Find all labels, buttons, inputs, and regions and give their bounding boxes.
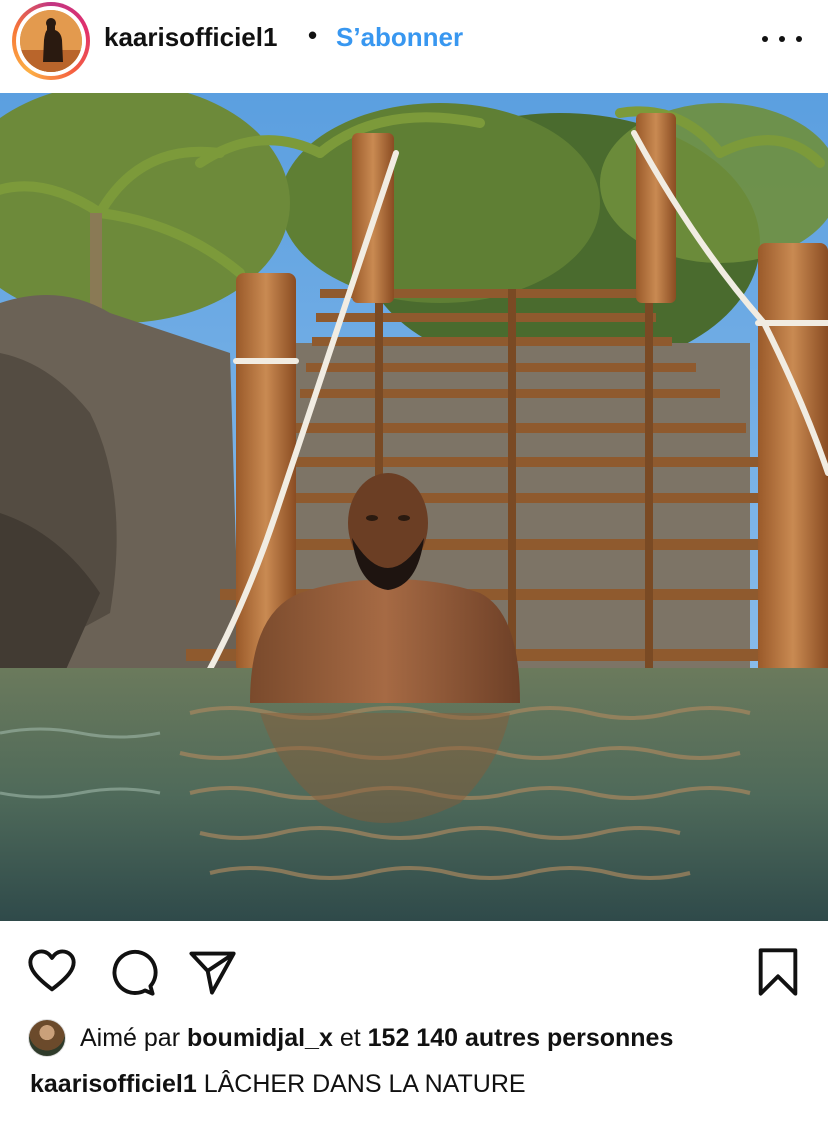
post-username[interactable]: kaarisofficiel1 [104,22,277,53]
liker-avatar[interactable] [28,1019,66,1057]
follow-button[interactable]: S’abonner [336,22,463,53]
caption-text: LÂCHER DANS LA NATURE [203,1070,526,1098]
heart-icon[interactable] [26,946,78,998]
bookmark-icon[interactable] [752,946,804,998]
action-bar [0,940,828,1000]
send-icon[interactable] [186,946,238,998]
post-photo-illustration [0,93,828,921]
caption-username[interactable]: kaarisofficiel1 [30,1070,197,1098]
post-image[interactable] [0,93,828,921]
likes-connector: et [339,1023,361,1052]
likes-count-link[interactable]: 152 140 autres personnes [368,1024,674,1053]
comment-icon[interactable] [106,946,158,998]
liker-username[interactable]: boumidjal_x [187,1024,333,1053]
more-options-icon[interactable] [762,24,802,54]
profile-avatar[interactable] [12,2,90,80]
likes-summary: Aimé par boumidjal_x et 152 140 autres p… [28,1018,673,1058]
post-caption: kaarisofficiel1 LÂCHER DANS LA NATURE [30,1070,526,1099]
post-header: kaarisofficiel1 • S’abonner [0,0,828,80]
likes-prefix: Aimé par [80,1023,181,1052]
separator-dot: • [308,20,318,50]
